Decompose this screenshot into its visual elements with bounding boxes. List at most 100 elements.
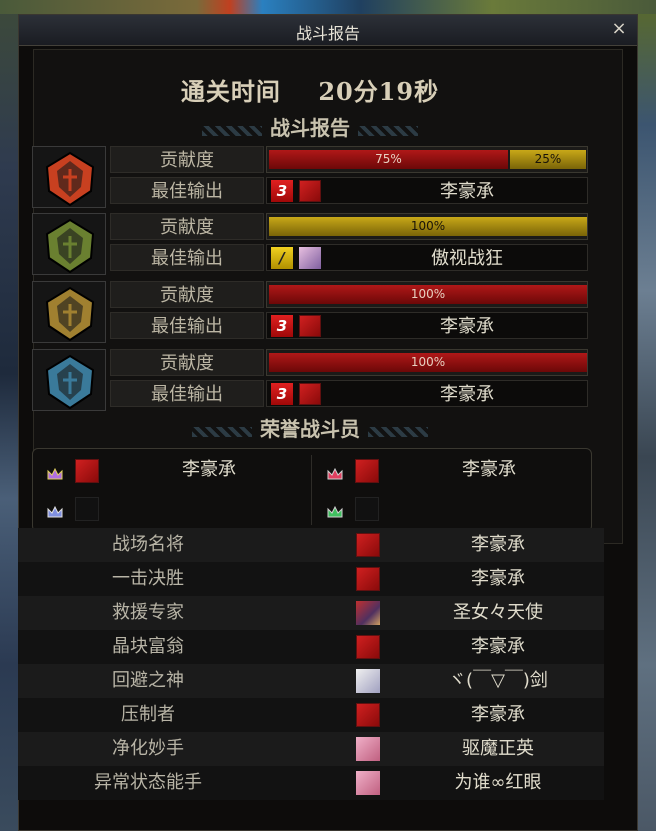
avatar <box>299 180 321 202</box>
best-output-name: 傲视战狂 <box>431 248 503 269</box>
award-title: 一击决胜 <box>112 568 184 589</box>
window-title: 战斗报告 <box>295 24 360 43</box>
honor-panel: 李豪承 李豪承 <box>32 448 592 532</box>
award-player-name: 李豪承 <box>471 534 525 555</box>
best-output-label: 最佳输出 <box>110 177 264 204</box>
award-player-name: 圣女々天使 <box>453 602 543 623</box>
avatar <box>299 247 321 269</box>
gold-helm-icon <box>32 281 106 343</box>
blue-crown-icon <box>47 503 63 518</box>
honor-slot[interactable] <box>313 493 585 527</box>
award-row[interactable]: 回避之神 ヾ(￣▽￣)剑 <box>18 664 604 698</box>
avatar <box>356 601 380 625</box>
honor-heading: 荣誉战斗员 <box>0 413 620 441</box>
honor-slot[interactable]: 李豪承 <box>313 455 585 489</box>
avatar <box>356 669 380 693</box>
award-title: 净化妙手 <box>112 738 184 759</box>
contribution-bar-gold: 100% <box>269 217 587 236</box>
rank-icon: 3 <box>271 315 293 337</box>
contribution-bar-red: 100% <box>269 285 587 304</box>
best-output-label: 最佳输出 <box>110 380 264 407</box>
rank-icon: 3 <box>271 383 293 405</box>
report-heading-text: 战斗报告 <box>270 116 350 140</box>
best-output-name: 李豪承 <box>440 316 494 337</box>
team-row: 贡献度 100% 最佳输出 3 李豪承 <box>32 281 588 343</box>
award-title: 救援专家 <box>112 602 184 623</box>
avatar <box>356 635 380 659</box>
award-player-name: ヾ(￣▽￣)剑 <box>448 670 548 691</box>
honor-slot[interactable] <box>33 493 305 527</box>
award-player-name: 李豪承 <box>471 704 525 725</box>
award-player-name: 李豪承 <box>471 636 525 657</box>
purple-crown-icon <box>47 465 63 480</box>
honor-slot[interactable]: 李豪承 <box>33 455 305 489</box>
team-row: 贡献度 100% 最佳输出 / 傲视战狂 <box>32 213 588 275</box>
green-crown-icon <box>327 503 343 518</box>
contribution-label: 贡献度 <box>110 281 264 308</box>
best-output[interactable]: 3 李豪承 <box>266 380 588 407</box>
contribution-bar: 75% 25% <box>266 146 588 173</box>
best-output-name: 李豪承 <box>440 181 494 202</box>
award-title: 战场名将 <box>112 534 184 555</box>
best-output[interactable]: 3 李豪承 <box>266 312 588 339</box>
honor-divider <box>311 455 312 525</box>
avatar <box>299 315 321 337</box>
best-output-label: 最佳输出 <box>110 312 264 339</box>
empty-avatar <box>355 497 379 521</box>
avatar <box>356 771 380 795</box>
avatar <box>356 567 380 591</box>
award-row[interactable]: 战场名将 李豪承 <box>18 528 604 562</box>
red-helm-icon <box>32 146 106 208</box>
award-row[interactable]: 晶块富翁 李豪承 <box>18 630 604 664</box>
honor-heading-text: 荣誉战斗员 <box>260 417 360 441</box>
contribution-label: 贡献度 <box>110 213 264 240</box>
rank-icon: / <box>271 247 293 269</box>
contribution-bar-red: 75% <box>269 150 508 169</box>
best-output[interactable]: 3 李豪承 <box>266 177 588 204</box>
avatar <box>355 459 379 483</box>
avatar <box>356 703 380 727</box>
clear-time-label: 通关时间 <box>180 77 281 106</box>
best-output[interactable]: / 傲视战狂 <box>266 244 588 271</box>
background-top <box>0 0 656 14</box>
ornament-right <box>368 426 428 437</box>
award-title: 异常状态能手 <box>94 772 202 793</box>
award-row[interactable]: 救援专家 圣女々天使 <box>18 596 604 630</box>
contribution-label: 贡献度 <box>110 349 264 376</box>
empty-avatar <box>75 497 99 521</box>
team-row: 贡献度 75% 25% 最佳输出 3 李豪承 <box>32 146 588 208</box>
contribution-label: 贡献度 <box>110 146 264 173</box>
award-row[interactable]: 净化妙手 驱魔正英 <box>18 732 604 766</box>
ornament-left <box>192 426 252 437</box>
award-table: 战场名将 李豪承 一击决胜 李豪承 救援专家 圣女々天使 晶块富翁 李豪承 回避… <box>18 528 604 800</box>
award-title: 晶块富翁 <box>112 636 184 657</box>
best-output-label: 最佳输出 <box>110 244 264 271</box>
award-player-name: 李豪承 <box>471 568 525 589</box>
award-row[interactable]: 一击决胜 李豪承 <box>18 562 604 596</box>
close-button[interactable]: × <box>609 19 629 39</box>
report-heading: 战斗报告 <box>0 112 620 140</box>
award-player-name: 为谁∞红眼 <box>454 772 542 793</box>
avatar <box>299 383 321 405</box>
award-row[interactable]: 压制者 李豪承 <box>18 698 604 732</box>
award-title: 压制者 <box>121 704 175 725</box>
award-title: 回避之神 <box>112 670 184 691</box>
blue-helm-icon <box>32 349 106 411</box>
contribution-bar: 100% <box>266 281 588 308</box>
honor-name: 李豪承 <box>462 459 516 480</box>
rank-icon: 3 <box>271 180 293 202</box>
award-row[interactable]: 异常状态能手 为谁∞红眼 <box>18 766 604 800</box>
ornament-right <box>358 125 418 136</box>
team-row: 贡献度 100% 最佳输出 3 李豪承 <box>32 349 588 411</box>
contribution-bar-gold: 25% <box>510 150 586 169</box>
avatar <box>75 459 99 483</box>
best-output-name: 李豪承 <box>440 384 494 405</box>
title-bar[interactable]: 战斗报告 × <box>19 15 637 46</box>
honor-name: 李豪承 <box>182 459 236 480</box>
red-crown-icon <box>327 465 343 480</box>
contribution-bar: 100% <box>266 213 588 240</box>
avatar <box>356 737 380 761</box>
award-player-name: 驱魔正英 <box>462 738 534 759</box>
clear-time-value: 20分19秒 <box>318 77 440 106</box>
contribution-bar: 100% <box>266 349 588 376</box>
